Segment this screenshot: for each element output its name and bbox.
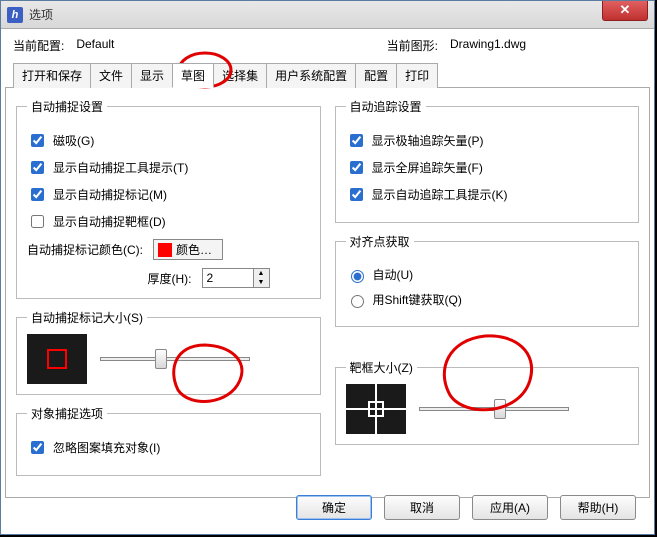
thickness-label: 厚度(H):: [148, 270, 192, 287]
autotrack-group: 自动追踪设置 显示极轴追踪矢量(P) 显示全屏追踪矢量(F) 显示自动追踪工具提…: [335, 98, 640, 223]
slider-thumb[interactable]: [155, 349, 167, 369]
options-dialog: h 选项 ✕ 当前配置: Default 当前图形: Drawing1.dwg …: [0, 0, 655, 535]
snap-marker-checkbox[interactable]: [31, 188, 44, 201]
tab-panel: 自动捕捉设置 磁吸(G) 显示自动捕捉工具提示(T) 显示自动捕捉标记(M): [5, 88, 650, 498]
color-swatch-icon: [158, 243, 172, 257]
tab-file[interactable]: 文件: [90, 63, 132, 88]
tab-user-sys[interactable]: 用户系统配置: [266, 63, 356, 88]
fullscreen-track-label: 显示全屏追踪矢量(F): [372, 159, 483, 176]
tab-select-set[interactable]: 选择集: [213, 63, 267, 88]
ok-button[interactable]: 确定: [296, 495, 372, 520]
apply-button[interactable]: 应用(A): [472, 495, 548, 520]
target-size-group: 靶框大小(Z): [335, 359, 640, 445]
cancel-button[interactable]: 取消: [384, 495, 460, 520]
tab-print[interactable]: 打印: [396, 63, 438, 88]
tab-display[interactable]: 显示: [131, 63, 173, 88]
object-snap-legend: 对象捕捉选项: [27, 405, 107, 422]
snap-tooltip-checkbox[interactable]: [31, 161, 44, 174]
ignore-hatch-checkbox[interactable]: [31, 441, 44, 454]
current-drawing-value: Drawing1.dwg: [450, 37, 590, 54]
spin-up-icon[interactable]: ▲: [254, 269, 269, 278]
current-config-value: Default: [76, 37, 216, 54]
autotrack-legend: 自动追踪设置: [346, 98, 426, 115]
marker-size-group: 自动捕捉标记大小(S): [16, 309, 321, 395]
snap-tooltip-label: 显示自动捕捉工具提示(T): [53, 159, 188, 176]
app-icon: h: [7, 7, 23, 23]
left-column: 自动捕捉设置 磁吸(G) 显示自动捕捉工具提示(T) 显示自动捕捉标记(M): [16, 98, 321, 487]
align-shift-radio[interactable]: [351, 295, 364, 308]
dialog-buttons: 确定 取消 应用(A) 帮助(H): [296, 495, 636, 520]
magnet-checkbox[interactable]: [31, 134, 44, 147]
thickness-spinner[interactable]: ▲ ▼: [202, 268, 270, 288]
magnet-label: 磁吸(G): [53, 132, 94, 149]
thickness-input[interactable]: [203, 269, 253, 287]
polar-track-label: 显示极轴追踪矢量(P): [372, 132, 484, 149]
autosnap-group: 自动捕捉设置 磁吸(G) 显示自动捕捉工具提示(T) 显示自动捕捉标记(M): [16, 98, 321, 299]
marker-color-label: 自动捕捉标记颜色(C):: [27, 241, 143, 258]
marker-size-slider[interactable]: [100, 349, 250, 369]
window-title: 选项: [29, 6, 53, 23]
ignore-hatch-label: 忽略图案填充对象(I): [53, 439, 160, 456]
track-tooltip-checkbox[interactable]: [350, 188, 363, 201]
marker-square-icon: [47, 349, 67, 369]
marker-size-legend: 自动捕捉标记大小(S): [27, 309, 147, 326]
snap-aperture-checkbox[interactable]: [31, 215, 44, 228]
tab-strip: 打开和保存 文件 显示 草图 选择集 用户系统配置 配置 打印: [5, 62, 650, 88]
align-auto-radio[interactable]: [351, 270, 364, 283]
slider-thumb[interactable]: [494, 399, 506, 419]
spin-down-icon[interactable]: ▼: [254, 278, 269, 287]
current-drawing-label: 当前图形:: [387, 37, 438, 54]
help-button[interactable]: 帮助(H): [560, 495, 636, 520]
marker-color-text: 颜色…: [176, 241, 212, 258]
align-auto-label: 自动(U): [373, 266, 414, 283]
target-square-icon: [368, 401, 384, 417]
polar-track-checkbox[interactable]: [350, 134, 363, 147]
snap-marker-label: 显示自动捕捉标记(M): [53, 186, 167, 203]
track-tooltip-label: 显示自动追踪工具提示(K): [372, 186, 508, 203]
tab-config[interactable]: 配置: [355, 63, 397, 88]
fullscreen-track-checkbox[interactable]: [350, 161, 363, 174]
autosnap-legend: 自动捕捉设置: [27, 98, 107, 115]
target-preview: [346, 384, 406, 434]
titlebar: h 选项 ✕: [1, 1, 654, 29]
marker-preview: [27, 334, 87, 384]
align-shift-label: 用Shift键获取(Q): [373, 291, 462, 308]
object-snap-group: 对象捕捉选项 忽略图案填充对象(I): [16, 405, 321, 476]
slider-track: [100, 357, 250, 361]
align-point-legend: 对齐点获取: [346, 233, 414, 250]
target-size-legend: 靶框大小(Z): [346, 359, 417, 376]
content: 当前配置: Default 当前图形: Drawing1.dwg 打开和保存 文…: [5, 33, 650, 530]
tab-sketch[interactable]: 草图: [172, 63, 214, 88]
align-point-group: 对齐点获取 自动(U) 用Shift键获取(Q): [335, 233, 640, 327]
close-button[interactable]: ✕: [602, 1, 648, 21]
snap-aperture-label: 显示自动捕捉靶框(D): [53, 213, 166, 230]
target-size-slider[interactable]: [419, 399, 569, 419]
config-row: 当前配置: Default 当前图形: Drawing1.dwg: [5, 33, 650, 58]
current-config-label: 当前配置:: [13, 37, 64, 54]
right-column: 自动追踪设置 显示极轴追踪矢量(P) 显示全屏追踪矢量(F) 显示自动追踪工具提…: [335, 98, 640, 487]
marker-color-button[interactable]: 颜色…: [153, 239, 223, 260]
tab-open-save[interactable]: 打开和保存: [13, 63, 91, 88]
